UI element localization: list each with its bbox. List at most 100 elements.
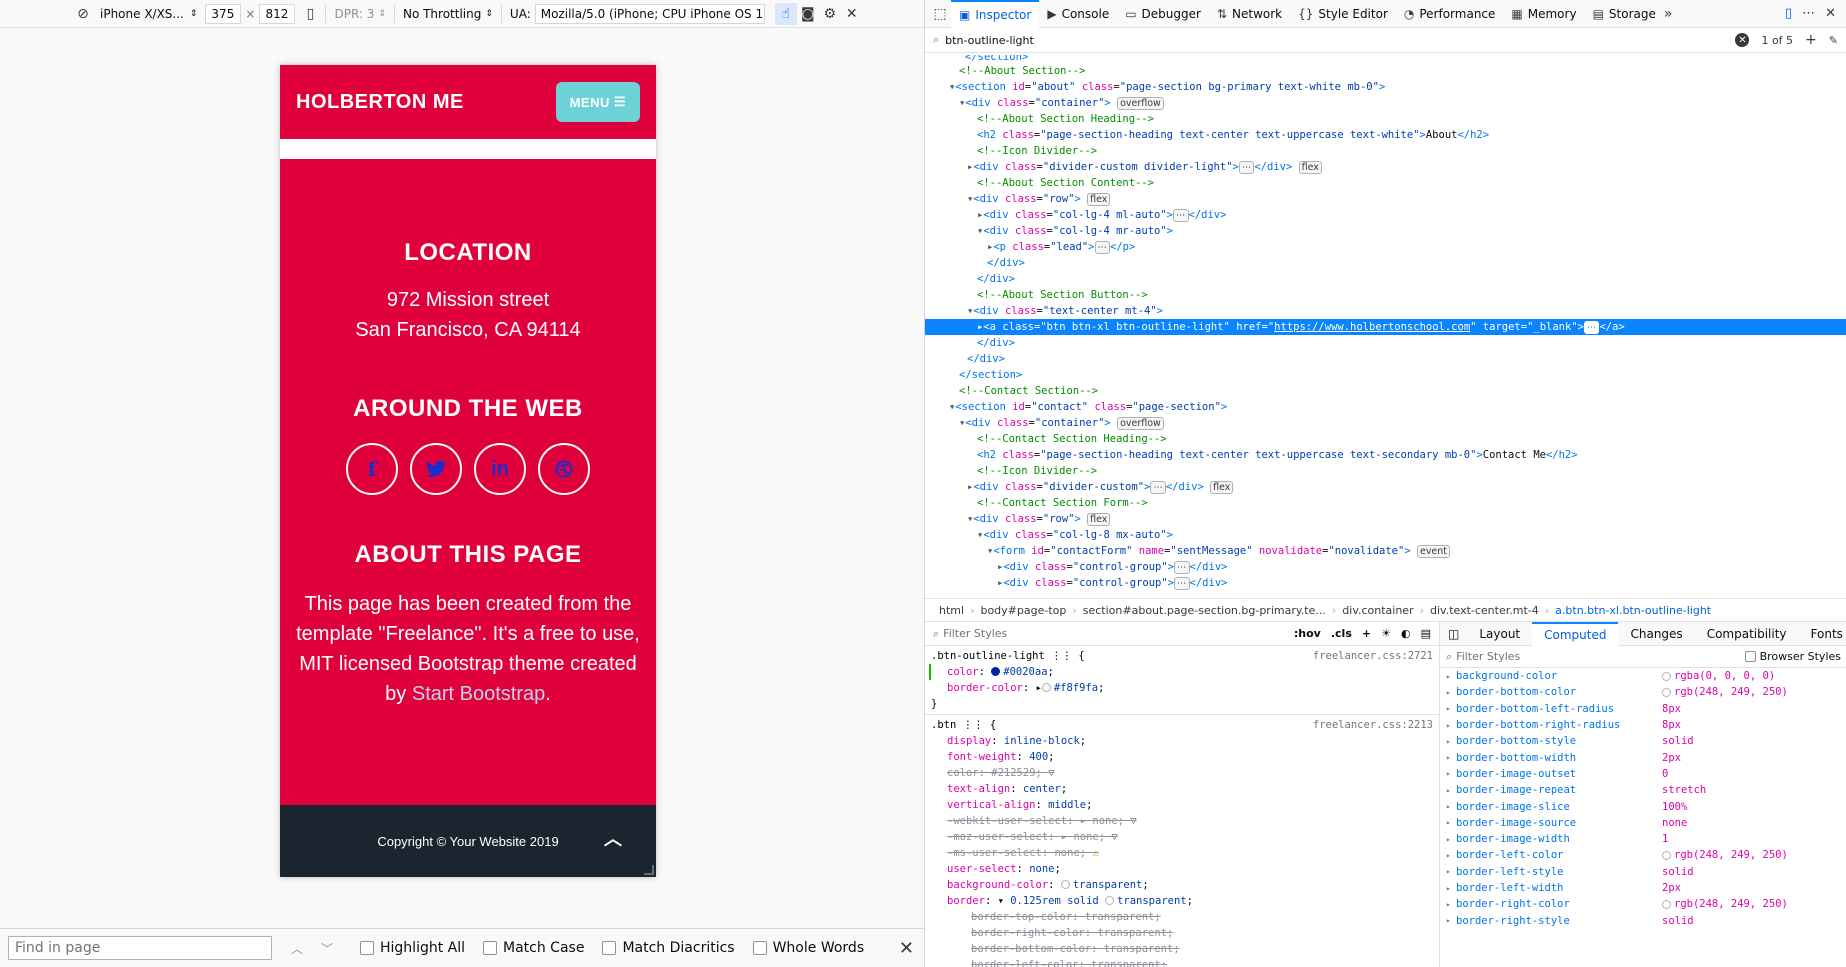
markup-line[interactable]: </div> — [925, 271, 1846, 287]
breadcrumb-item[interactable]: div.container — [1336, 604, 1419, 617]
markup-line[interactable]: <!--About Section Button--> — [925, 287, 1846, 303]
close-icon[interactable]: ✕ — [841, 3, 863, 25]
computed-property[interactable]: ▸ border-image-repeat stretch — [1440, 782, 1846, 798]
tab-debugger[interactable]: ▭ Debugger — [1117, 0, 1209, 28]
computed-property[interactable]: ▸ border-left-width 2px — [1440, 880, 1846, 896]
close-icon[interactable]: ✕ — [899, 938, 914, 959]
computed-property[interactable]: ▸ border-bottom-right-radius 8px — [1440, 717, 1846, 733]
markup-line[interactable]: <!--Contact Section Heading--> — [925, 431, 1846, 447]
find-input[interactable]: Find in page — [8, 936, 272, 960]
height-input[interactable]: 812 — [259, 3, 296, 24]
add-rule-icon[interactable]: + — [1362, 627, 1371, 640]
tab-memory[interactable]: ▦ Memory — [1503, 0, 1584, 28]
hover-state-toggle[interactable]: :hov — [1294, 627, 1321, 640]
tab-computed[interactable]: Computed — [1532, 622, 1619, 646]
close-icon[interactable]: ✕ — [1825, 6, 1836, 21]
menu-button[interactable]: MENU ☰ — [555, 82, 640, 122]
throttling-selector[interactable]: No Throttling ⇕ — [399, 0, 497, 28]
highlight-all-checkbox[interactable]: Highlight All — [360, 940, 465, 956]
tab-storage[interactable]: ▤ Storage — [1585, 0, 1664, 28]
dribbble-icon[interactable] — [538, 443, 590, 495]
width-input[interactable]: 375 — [205, 3, 242, 24]
eyedropper-icon[interactable]: ✎ — [1829, 34, 1838, 47]
markup-line[interactable]: <h2 class="page-section-heading text-cen… — [925, 447, 1846, 463]
search-input[interactable]: btn-outline-light — [945, 34, 1034, 47]
markup-line[interactable]: ▾<div class="container"> overflow — [925, 95, 1846, 111]
markup-line[interactable]: ▸<div class="divider-custom divider-ligh… — [925, 159, 1846, 175]
rule-selector[interactable]: .btn ⋮⋮ { — [931, 717, 996, 733]
dpr-selector[interactable]: DPR: 3 ⇕ — [330, 0, 389, 28]
css-declaration[interactable]: border-right-color: transparent; — [931, 925, 1433, 941]
computed-property[interactable]: ▸ border-right-color rgb(248, 249, 250) — [1440, 896, 1846, 912]
markup-line[interactable]: ▸<div class="col-lg-4 ml-auto"> ⋯ </div> — [925, 207, 1846, 223]
markup-line[interactable]: <h2 class="page-section-heading text-cen… — [925, 127, 1846, 143]
ua-input[interactable]: Mozilla/5.0 (iPhone; CPU iPhone OS 12_0 … — [534, 3, 765, 24]
toggle-pane-icon[interactable]: ◫ — [1440, 627, 1467, 641]
computed-filter-input[interactable]: Filter Styles — [1456, 650, 1520, 663]
brand-link[interactable]: HOLBERTON ME — [296, 91, 464, 114]
touch-simulation-icon[interactable]: ☝ — [774, 2, 797, 25]
rule-selector[interactable]: .btn-outline-light ⋮⋮ { — [931, 648, 1085, 664]
linkedin-icon[interactable]: in — [474, 443, 526, 495]
css-declaration[interactable]: font-weight: 400; — [931, 749, 1433, 765]
computed-property[interactable]: ▸ border-image-outset 0 — [1440, 766, 1846, 782]
rule-source[interactable]: freelancer.css:2213 — [1313, 717, 1433, 733]
find-previous-icon[interactable]: ︿ — [282, 940, 312, 957]
markup-line[interactable]: <!--About Section--> — [925, 63, 1846, 79]
responsive-mode-icon[interactable]: ▯ — [1785, 6, 1792, 21]
match-diacritics-checkbox[interactable]: Match Diacritics — [602, 940, 735, 956]
twitter-icon[interactable] — [410, 443, 462, 495]
markup-line[interactable]: ▾<section id="about" class="page-section… — [925, 79, 1846, 95]
dark-mode-icon[interactable]: ◐ — [1401, 627, 1411, 640]
light-mode-icon[interactable]: ☀ — [1381, 627, 1391, 640]
tab-layout[interactable]: Layout — [1467, 622, 1532, 646]
css-declaration[interactable]: vertical-align: middle; — [931, 797, 1433, 813]
markup-line[interactable]: <!--About Section Heading--> — [925, 111, 1846, 127]
markup-line[interactable]: <!--Contact Section--> — [925, 383, 1846, 399]
tab-compatibility[interactable]: Compatibility — [1695, 622, 1799, 646]
overflow-chevron-icon[interactable]: » — [1664, 6, 1673, 22]
rotate-icon[interactable]: ▯ — [299, 3, 321, 25]
markup-line[interactable]: ▸<div class="control-group"> ⋯ </div> — [925, 559, 1846, 575]
computed-property[interactable]: ▸ border-image-source none — [1440, 815, 1846, 831]
breadcrumb-item[interactable]: div.text-center.mt-4 — [1424, 604, 1545, 617]
markup-line[interactable]: <!--Contact Section Form--> — [925, 495, 1846, 511]
class-toggle[interactable]: .cls — [1331, 627, 1352, 640]
breadcrumb-item[interactable]: section#about.page-section.bg-primary.te… — [1077, 604, 1332, 617]
computed-property[interactable]: ▸ border-right-style solid — [1440, 912, 1846, 928]
match-case-checkbox[interactable]: Match Case — [483, 940, 584, 956]
tab-fonts[interactable]: Fonts — [1799, 622, 1846, 646]
computed-property[interactable]: ▸ border-bottom-style solid — [1440, 733, 1846, 749]
computed-property[interactable]: ▸ border-bottom-left-radius 8px — [1440, 701, 1846, 717]
screenshot-icon[interactable]: ◙ — [797, 3, 819, 25]
markup-line[interactable]: ▾<div class="text-center mt-4"> — [925, 303, 1846, 319]
print-icon[interactable]: ▤ — [1421, 627, 1431, 640]
css-declaration[interactable]: display: inline-block; — [931, 733, 1433, 749]
markup-line[interactable]: ▸<div class="control-group"> ⋯ </div> — [925, 575, 1846, 591]
find-next-icon[interactable]: ﹀ — [312, 940, 342, 957]
computed-property[interactable]: ▸ border-left-color rgb(248, 249, 250) — [1440, 847, 1846, 863]
markup-line[interactable]: </div> — [925, 335, 1846, 351]
markup-line[interactable]: ▾<div class="row"> flex — [925, 511, 1846, 527]
whole-words-checkbox[interactable]: Whole Words — [752, 940, 864, 956]
css-declaration[interactable]: text-align: center; — [931, 781, 1433, 797]
tab-style-editor[interactable]: {} Style Editor — [1290, 0, 1396, 28]
checkbox[interactable] — [360, 941, 374, 955]
markup-line[interactable]: ▾<div class="container"> overflow — [925, 415, 1846, 431]
browser-styles-checkbox[interactable]: Browser Styles — [1744, 650, 1841, 663]
markup-line[interactable]: </div> — [925, 255, 1846, 271]
markup-line[interactable]: <!--Icon Divider--> — [925, 143, 1846, 159]
breadcrumb-item[interactable]: html — [933, 604, 970, 617]
tab-performance[interactable]: ◔ Performance — [1396, 0, 1504, 28]
css-declaration[interactable]: border-left-color: transparent; — [931, 957, 1433, 967]
css-declaration[interactable]: -moz-user-select: ▸ none; ▽ — [931, 829, 1433, 845]
computed-property[interactable]: ▸ border-bottom-color rgb(248, 249, 250) — [1440, 684, 1846, 700]
checkbox[interactable] — [483, 941, 498, 955]
rule-source[interactable]: freelancer.css:2721 — [1313, 648, 1433, 664]
checkbox[interactable] — [602, 941, 617, 955]
checkbox[interactable] — [1744, 651, 1756, 662]
css-declaration[interactable]: border-color: ▸ #f8f9fa; — [931, 680, 1433, 696]
markup-line[interactable]: ▾<div class="col-lg-4 mr-auto"> — [925, 223, 1846, 239]
tab-inspector[interactable]: ▣ Inspector — [951, 0, 1040, 28]
markup-line[interactable]: </section> — [925, 55, 1846, 63]
